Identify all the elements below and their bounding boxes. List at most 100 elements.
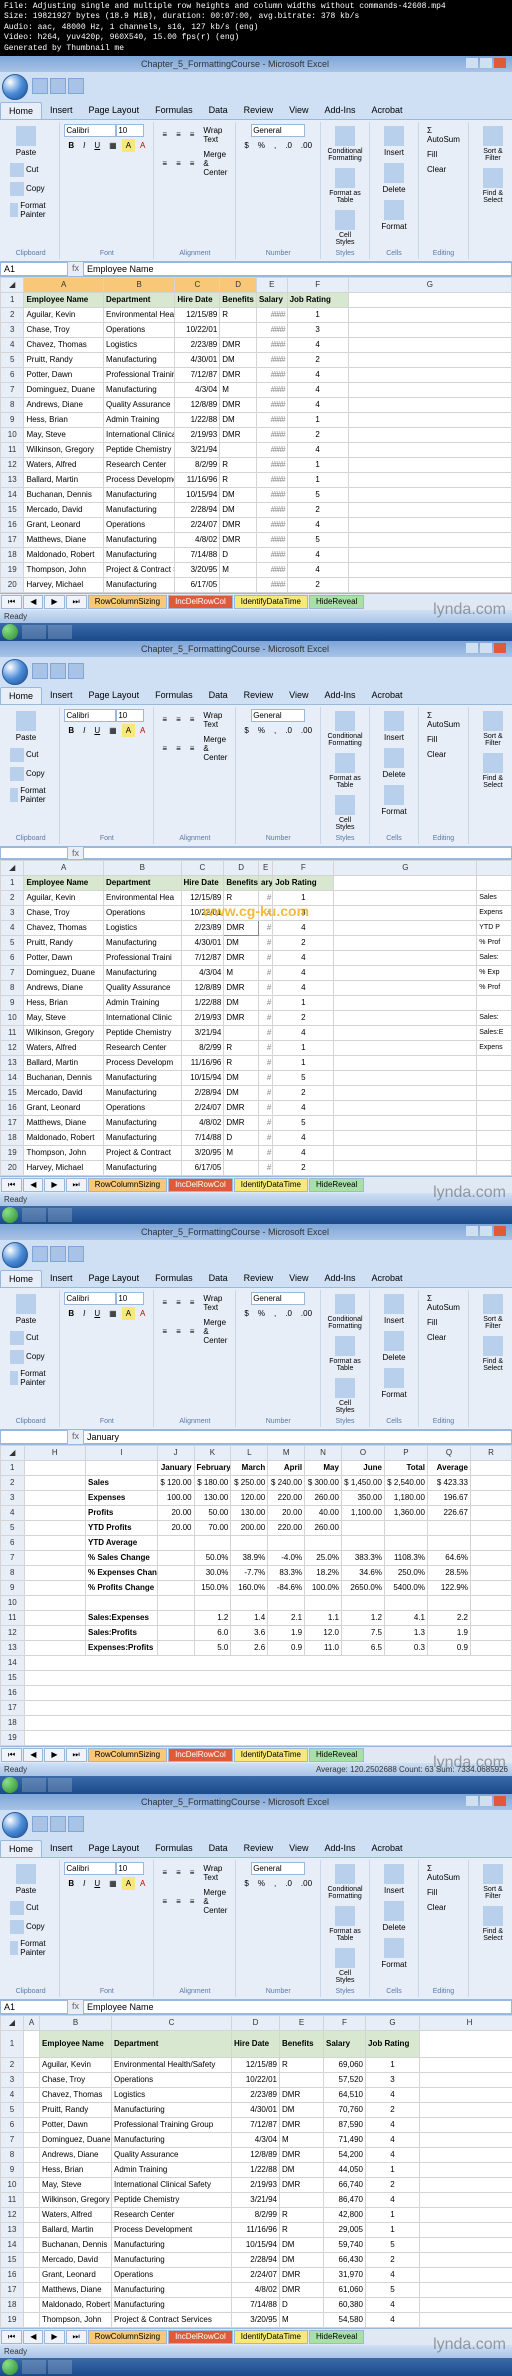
close-button[interactable] [494,643,506,653]
row-header[interactable]: 11 [1,2192,24,2207]
table-row[interactable]: 11Wilkinson, GregoryPeptide Chemistry3/2… [1,1025,512,1040]
formula-input[interactable]: Employee Name [83,262,512,276]
table-row[interactable]: 7Dominguez, DuaneManufacturing4/3/04M#4%… [1,965,512,980]
row-header[interactable]: 13 [1,472,24,487]
conditional-formatting-button[interactable]: Conditional Formatting [325,124,365,164]
sheet-tab-2[interactable]: IdentifyDataTime [234,1748,308,1762]
italic-button[interactable]: I [79,724,89,737]
row-header[interactable]: 5 [1,1520,25,1535]
row-header[interactable]: 20 [1,577,24,592]
currency-button[interactable]: $ [240,724,252,737]
autosum-button[interactable]: Σ AutoSum [423,709,464,731]
table-row[interactable]: 19Thompson, JohnProject & Contract Serv3… [1,562,512,577]
minimize-button[interactable] [466,643,478,653]
row-header[interactable]: 7 [1,2132,24,2147]
font-color-button[interactable]: A [136,724,149,737]
merge-center-button[interactable]: Merge & Center [199,148,231,179]
format-painter-button[interactable]: Format Painter [6,1367,55,1389]
tab-add-ins[interactable]: Add-Ins [316,1840,363,1857]
row-header[interactable]: 15 [1,502,24,517]
row-header[interactable]: 13 [1,2222,24,2237]
task-item[interactable] [22,1208,46,1222]
sheet-tab-3[interactable]: HideReveal [309,1748,364,1762]
table-row[interactable]: 7Dominguez, DuaneManufacturing4/3/04M###… [1,382,512,397]
align-top[interactable]: ≡ [158,1862,171,1884]
row-header[interactable]: 2 [1,890,24,905]
font-name-select[interactable] [64,1292,116,1305]
align-bot[interactable]: ≡ [186,1292,199,1314]
save-icon[interactable] [32,1816,48,1832]
row-header[interactable]: 13 [1,1640,25,1655]
align-right[interactable]: ≡ [186,733,199,764]
column-header[interactable]: Q [427,1445,470,1460]
office-button[interactable] [2,1242,28,1268]
column-header[interactable]: G [334,860,477,875]
column-header[interactable]: N [305,1445,342,1460]
row-header[interactable]: 18 [1,1715,25,1730]
row-header[interactable]: 8 [1,1565,25,1580]
clear-button[interactable]: Clear [423,163,450,176]
format-as-table-button[interactable]: Format as Table [325,751,365,791]
row-header[interactable]: 16 [1,1685,25,1700]
inc-decimal[interactable]: .0 [281,724,296,737]
currency-button[interactable]: $ [240,139,252,152]
save-icon[interactable] [32,78,48,94]
fill-button[interactable]: Fill [423,1316,441,1329]
sheet-tab-2[interactable]: IdentifyDataTime [234,1178,308,1192]
insert-cells-button[interactable]: Insert [374,709,414,744]
save-icon[interactable] [32,663,48,679]
table-row[interactable]: 6Potter, DawnProfessional Training Group… [1,2117,512,2132]
row-header[interactable]: 6 [1,1535,25,1550]
row-header[interactable]: 14 [1,1070,24,1085]
sort-filter-button[interactable]: Sort & Filter [473,709,512,749]
sheet-nav-last[interactable]: ⏭ [66,1178,87,1192]
clear-button[interactable]: Clear [423,1331,450,1344]
minimize-button[interactable] [466,1226,478,1236]
table-row[interactable]: 9Hess, BrianAdmin Training1/22/88DM#1 [1,995,512,1010]
font-name-select[interactable] [64,1862,116,1875]
table-row[interactable]: 9Hess, BrianAdmin Training1/22/88DM44,05… [1,2162,512,2177]
start-button[interactable] [2,624,18,640]
wrap-text-button[interactable]: Wrap Text [199,709,231,731]
table-row[interactable]: 1Employee NameDepartmentHire DateBenefit… [1,292,512,307]
table-row[interactable]: 12Waters, AlfredResearch Center8/2/99R42… [1,2207,512,2222]
merge-center-button[interactable]: Merge & Center [199,733,231,764]
spreadsheet-grid[interactable]: ◢ABCDEFG 1Employee NameDepartmentHire Da… [0,277,512,593]
table-row[interactable]: 11Wilkinson, GregoryPeptide Chemistry3/2… [1,2192,512,2207]
row-header[interactable]: 17 [1,2282,24,2297]
row-header[interactable]: 16 [1,1100,24,1115]
table-row[interactable]: 13Ballard, MartinProcess Developm11/16/9… [1,1055,512,1070]
table-row[interactable]: 9% Profits Change150.0%160.0%-84.6%100.0… [1,1580,512,1595]
format-as-table-button[interactable]: Format as Table [325,1334,365,1374]
row-header[interactable]: 12 [1,1040,24,1055]
format-as-table-button[interactable]: Format as Table [325,166,365,206]
column-header[interactable]: J [157,1445,194,1460]
row-header[interactable]: 3 [1,905,24,920]
maximize-button[interactable] [480,1226,492,1236]
row-header[interactable]: 11 [1,442,24,457]
row-header[interactable]: 14 [1,1655,25,1670]
number-format-select[interactable] [251,1862,305,1875]
sheet-tab-3[interactable]: HideReveal [309,595,364,609]
tab-formulas[interactable]: Formulas [147,102,201,119]
align-left[interactable]: ≡ [158,1316,171,1347]
sheet-nav-prev[interactable]: ◀ [23,2330,43,2344]
cell-styles-button[interactable]: Cell Styles [325,1376,365,1416]
table-row[interactable]: 10May, SteveInternational Clinic2/19/93D… [1,1010,512,1025]
clear-button[interactable]: Clear [423,1901,450,1914]
tab-view[interactable]: View [281,1840,316,1857]
table-row[interactable]: 15Mercado, DavidManufacturing2/28/94DM66… [1,2252,512,2267]
align-mid[interactable]: ≡ [172,124,185,146]
task-item[interactable] [48,2360,72,2374]
table-row[interactable]: 3Chase, TroyOperations10/22/0157,5203 [1,2072,512,2087]
sheet-nav-prev[interactable]: ◀ [23,1178,43,1192]
format-cells-button[interactable]: Format [374,1366,414,1401]
row-header[interactable]: 4 [1,1505,25,1520]
row-header[interactable]: 3 [1,322,24,337]
tab-data[interactable]: Data [201,687,236,704]
comma-button[interactable]: , [270,724,280,737]
column-header[interactable]: B [40,2015,112,2030]
percent-button[interactable]: % [254,724,269,737]
cut-button[interactable]: Cut [6,746,55,764]
table-row[interactable]: 6Potter, DawnProfessional Training Gr7/1… [1,367,512,382]
